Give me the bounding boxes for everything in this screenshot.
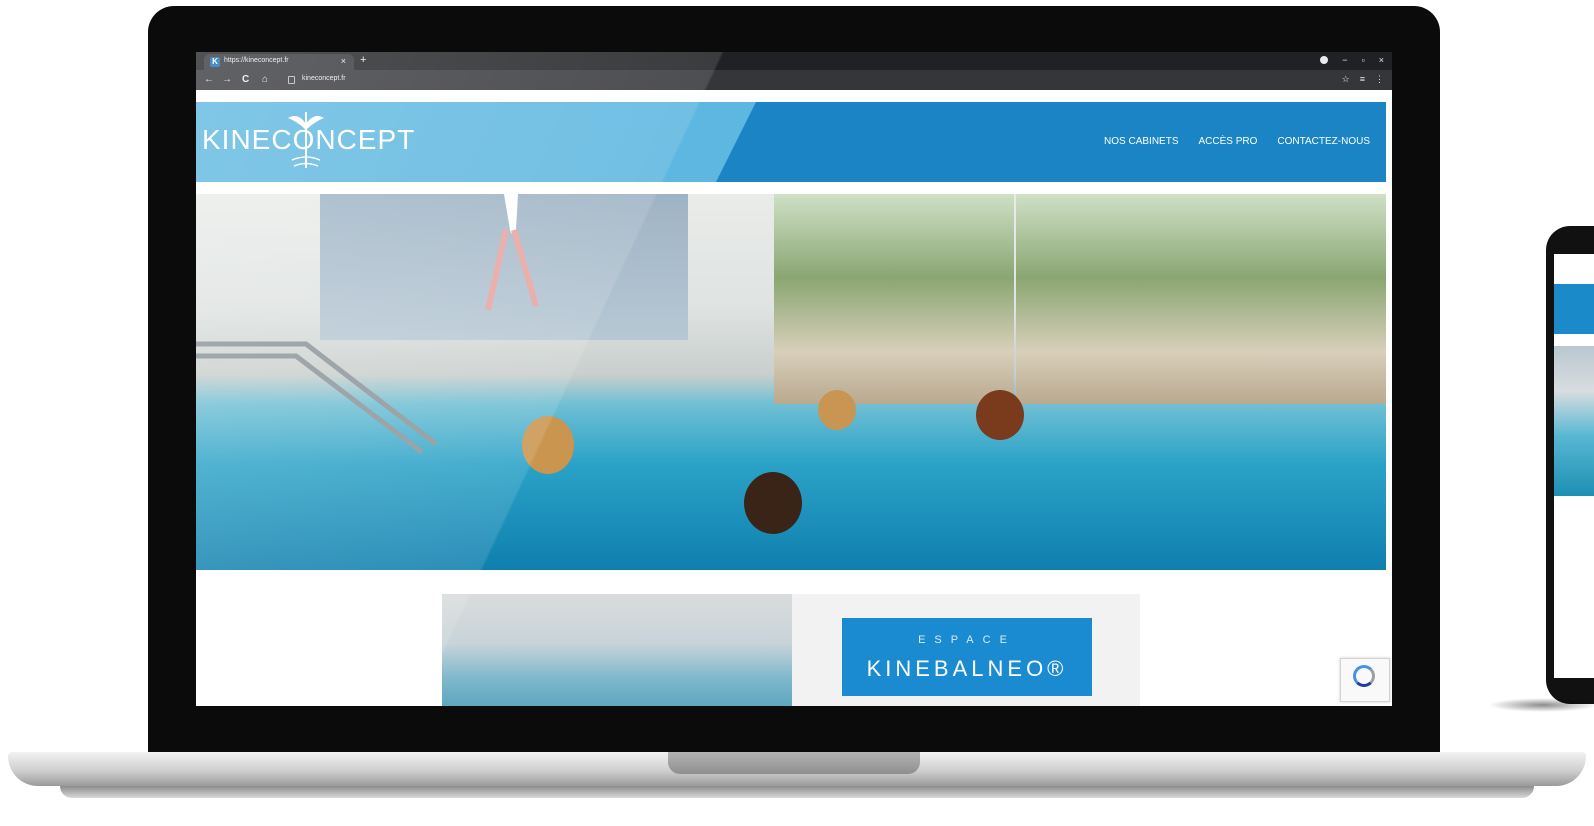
swimmer-1 — [522, 416, 574, 474]
mural-figure — [485, 194, 539, 311]
browser-toolbar: ← → C ⌂ kineconcept.fr ☆ ≡ ⋮ — [196, 70, 1392, 90]
url-text: kineconcept.fr — [302, 75, 346, 82]
badge-subtitle: ESPACE — [918, 634, 1016, 646]
tab-close-icon[interactable]: × — [341, 56, 346, 66]
new-tab-button[interactable]: + — [360, 54, 366, 66]
badge-title: KINEBALNEO® — [866, 656, 1068, 681]
close-window-button[interactable]: × — [1379, 55, 1384, 65]
minimize-button[interactable]: − — [1342, 55, 1347, 65]
hero-pool-image — [196, 194, 1386, 570]
recaptcha-badge[interactable] — [1340, 658, 1390, 702]
reload-button[interactable]: C — [242, 74, 249, 86]
kineconcept-favicon-icon: K — [210, 57, 220, 67]
window-controls: − ▫ × — [1320, 55, 1384, 65]
nav-item-nos-cabinets[interactable]: NOS CABINETS — [1104, 136, 1178, 147]
tab-title: https://kineconcept.fr — [224, 57, 289, 64]
pool-handrail — [196, 341, 438, 454]
home-button[interactable]: ⌂ — [262, 74, 268, 86]
maximize-button[interactable]: ▫ — [1362, 55, 1365, 65]
lock-icon — [288, 76, 295, 84]
swimmer-2 — [744, 472, 802, 534]
toolbar-actions: ☆ ≡ ⋮ — [1342, 74, 1384, 85]
laptop-lid: K https://kineconcept.fr × + − ▫ × ← → C… — [148, 6, 1440, 754]
bookmark-star-icon[interactable]: ☆ — [1342, 74, 1350, 85]
recaptcha-icon — [1353, 665, 1375, 687]
phone-screen — [1554, 254, 1594, 678]
swimmer-3 — [818, 390, 856, 430]
media-playlist-icon[interactable]: ≡ — [1360, 74, 1365, 85]
browser-tab[interactable]: K https://kineconcept.fr × — [204, 54, 354, 70]
phone-shadow — [1488, 698, 1594, 712]
web-page: KINECONCEPT NOS CABINETS ACCÈS PRO CONTA… — [196, 90, 1392, 706]
site-nav: NOS CABINETS ACCÈS PRO CONTACTEZ-NOUS — [1104, 136, 1370, 147]
back-button[interactable]: ← — [204, 74, 214, 86]
window-garden-1 — [774, 194, 1014, 404]
address-bar[interactable]: kineconcept.fr — [286, 73, 1186, 87]
nav-item-acces-pro[interactable]: ACCÈS PRO — [1199, 136, 1258, 147]
nav-item-contactez-nous[interactable]: CONTACTEZ-NOUS — [1277, 136, 1370, 147]
kinebalneo-badge[interactable]: ESPACE KINEBALNEO® — [842, 618, 1092, 696]
promo-section: ESPACE KINEBALNEO® — [442, 594, 1140, 706]
phone-device — [1546, 226, 1594, 704]
phone-pool-photo — [1554, 346, 1594, 496]
browser-menu-icon[interactable]: ⋮ — [1375, 74, 1384, 85]
swimmer-4 — [976, 390, 1024, 440]
browser-tab-bar: K https://kineconcept.fr × + − ▫ × — [196, 52, 1392, 70]
laptop-base-edge — [60, 786, 1534, 798]
phone-site-header — [1554, 284, 1594, 334]
laptop-hinge-notch — [668, 752, 920, 774]
promo-pool-photo — [442, 594, 792, 706]
forward-button[interactable]: → — [222, 74, 232, 86]
profile-icon[interactable] — [1320, 56, 1329, 64]
laptop-screen: K https://kineconcept.fr × + − ▫ × ← → C… — [196, 52, 1392, 706]
window-garden-2 — [1016, 194, 1386, 404]
site-header: KINECONCEPT NOS CABINETS ACCÈS PRO CONTA… — [196, 102, 1386, 182]
site-logo[interactable]: KINECONCEPT — [202, 124, 415, 156]
